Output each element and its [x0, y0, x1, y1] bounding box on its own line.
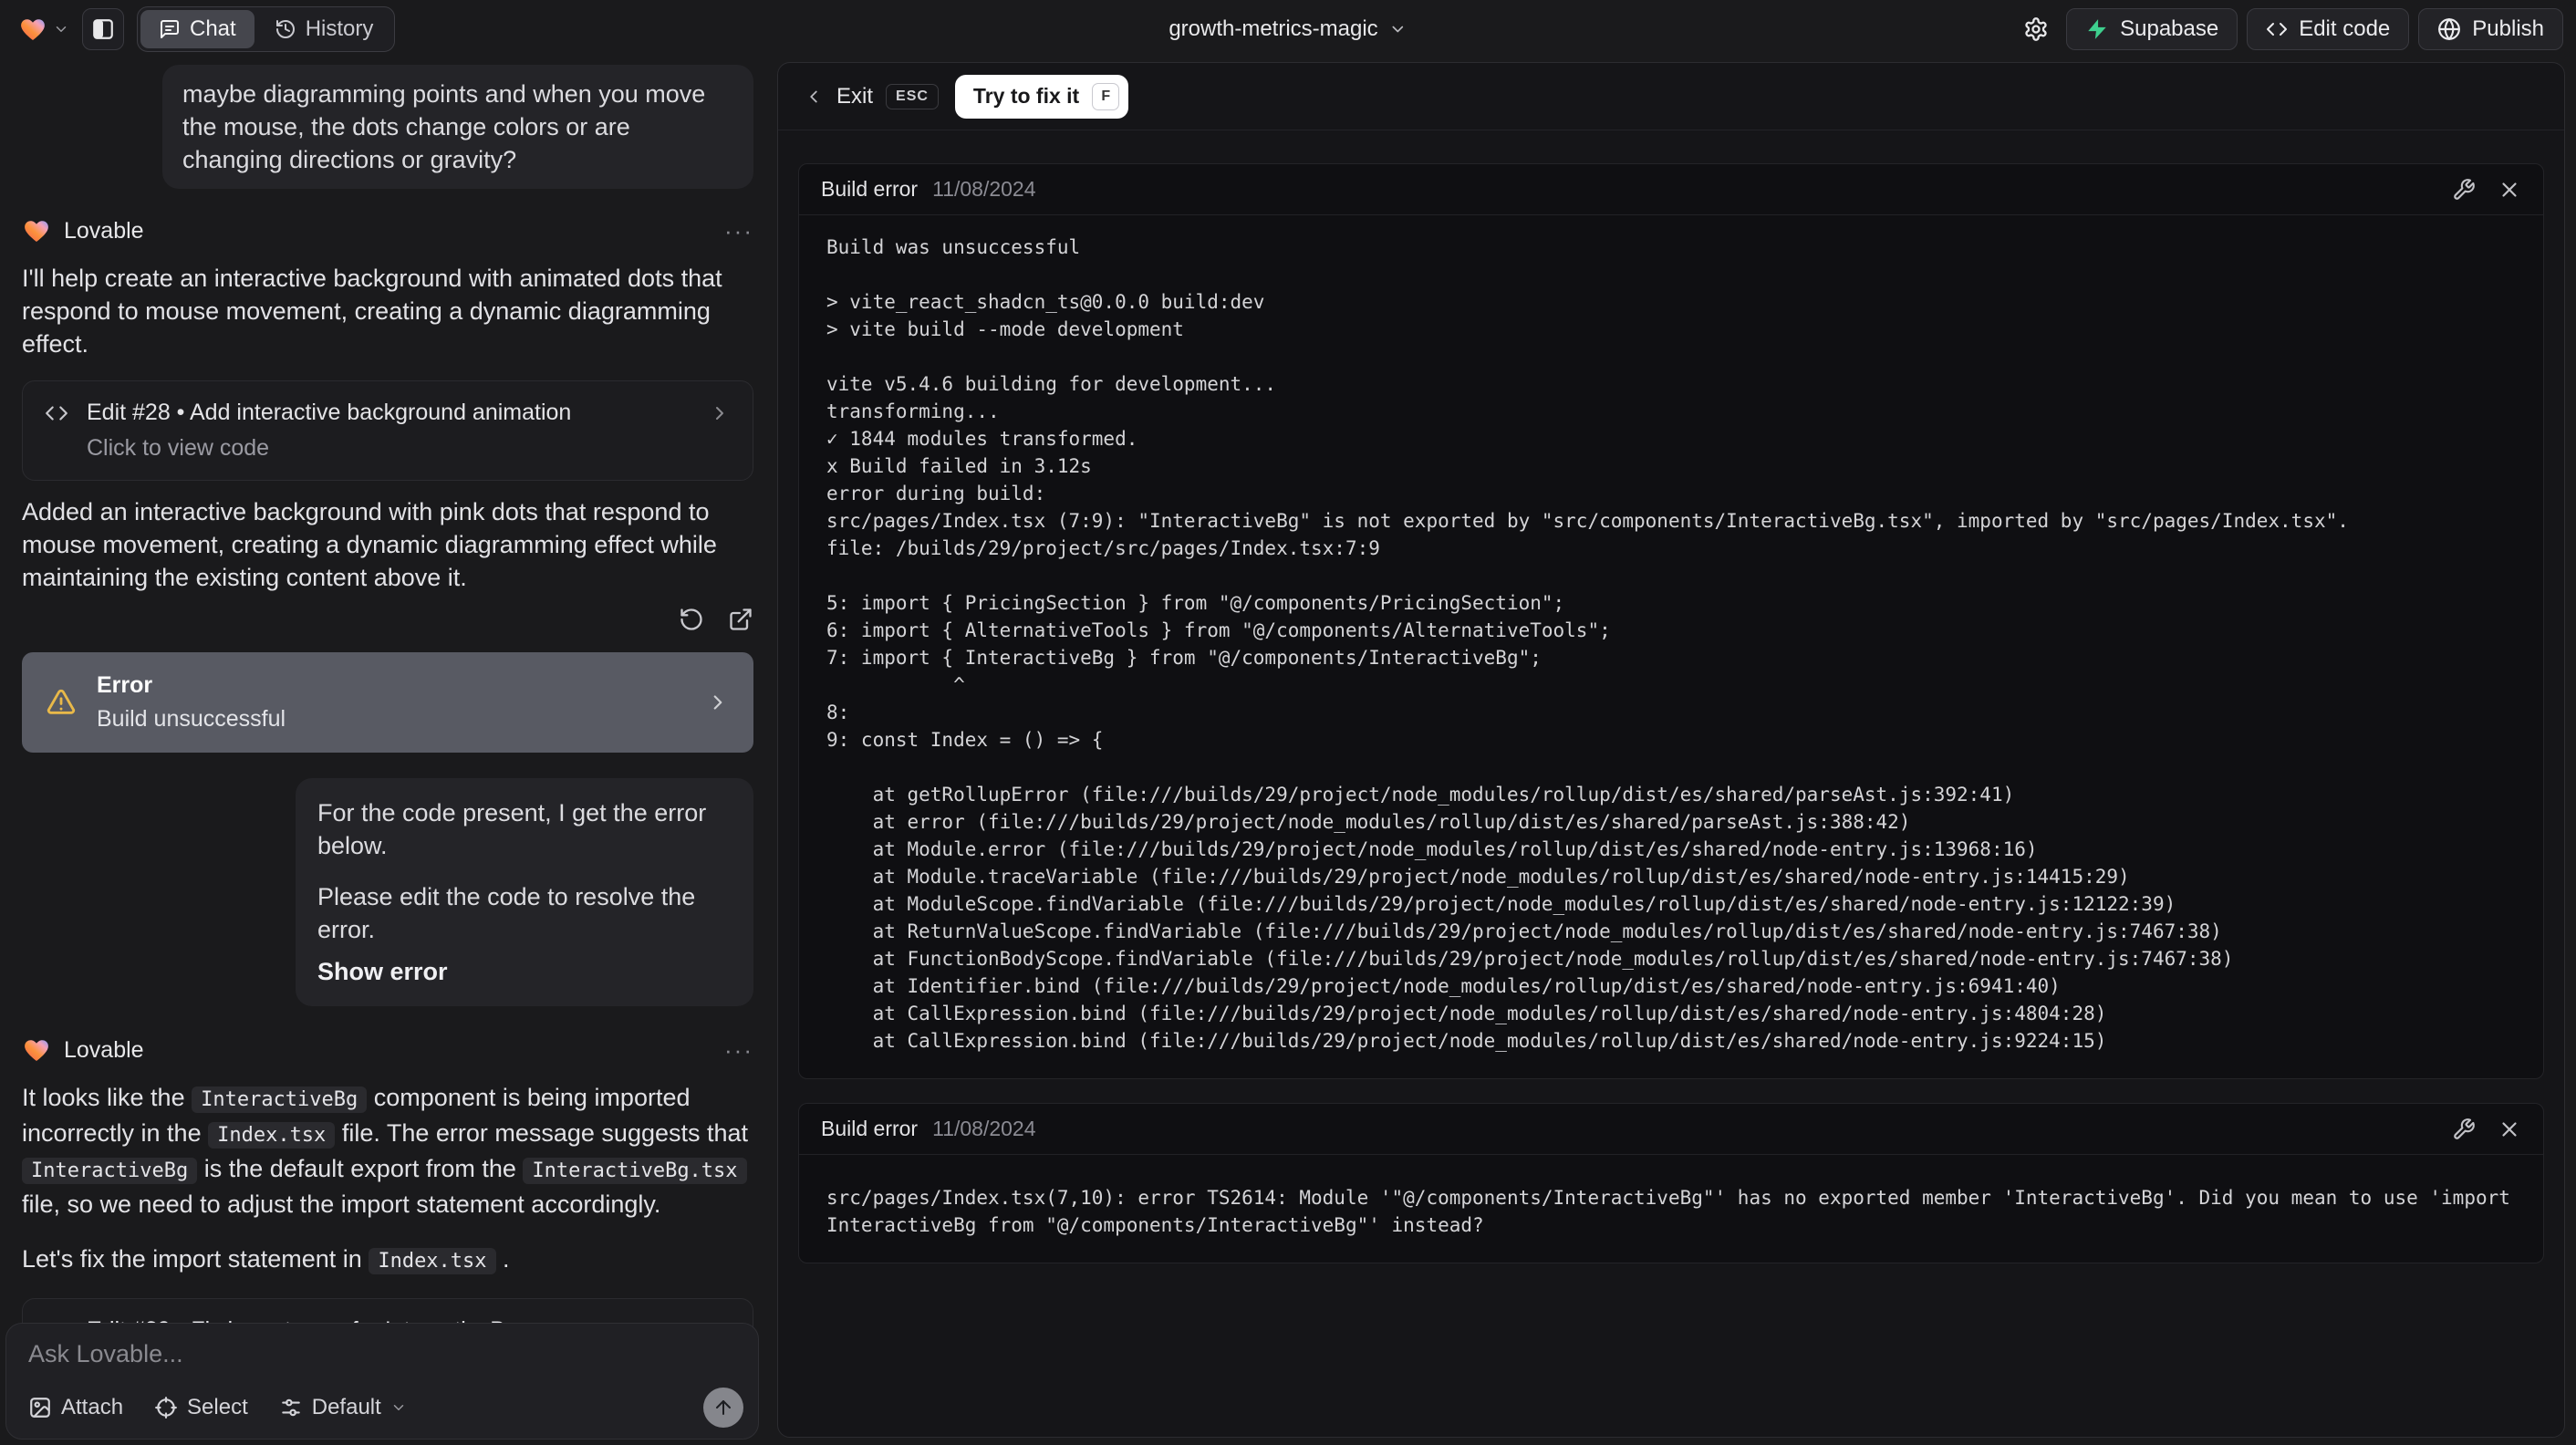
chevron-right-icon — [716, 406, 723, 420]
chat-bubble-icon — [161, 19, 179, 38]
settings-button[interactable] — [2015, 8, 2057, 50]
chevron-left-icon — [810, 90, 817, 102]
exit-label: Exit — [836, 83, 874, 109]
history-icon — [275, 19, 295, 38]
project-name: growth-metrics-magic — [1169, 16, 1378, 41]
attach-button[interactable]: Attach — [28, 1395, 123, 1420]
tab-history-label: History — [305, 16, 374, 41]
send-button[interactable] — [703, 1388, 743, 1428]
supabase-label: Supabase — [2120, 16, 2219, 41]
attach-label: Attach — [61, 1395, 124, 1419]
assistant-text: It looks like the InteractiveBg componen… — [22, 1084, 749, 1218]
select-label: Select — [187, 1395, 248, 1419]
publish-button[interactable]: Publish — [2418, 7, 2563, 50]
select-button[interactable]: Select — [154, 1395, 248, 1420]
panel-date: 11/08/2024 — [932, 1117, 1036, 1140]
close-icon[interactable] — [2498, 1118, 2521, 1141]
lovable-menu[interactable] — [18, 15, 69, 44]
publish-label: Publish — [2472, 16, 2544, 41]
composer: Attach Select Default — [5, 1323, 759, 1440]
wrench-icon[interactable] — [2452, 1118, 2476, 1141]
message-options-button[interactable]: ··· — [724, 1036, 753, 1065]
chevron-down-icon — [56, 26, 67, 32]
supabase-icon — [2088, 18, 2106, 39]
edit-code-button[interactable]: Edit code — [2247, 7, 2410, 50]
build-error-panel: Build error 11/08/2024 Build was unsucce… — [798, 163, 2544, 1079]
error-card-subtitle: Build unsuccessful — [97, 706, 286, 732]
fix-toolbar: Exit ESC Try to fix it F — [778, 63, 2564, 130]
globe-icon — [2438, 17, 2461, 40]
error-card-title: Error — [97, 672, 153, 698]
edit-card-subtitle: Click to view code — [87, 435, 270, 461]
assistant-text: I'll help create an interactive backgrou… — [22, 265, 722, 358]
edit-card-28[interactable]: Edit #28 • Add interactive background an… — [22, 380, 753, 481]
error-panels: Build error 11/08/2024 Build was unsucce… — [778, 130, 2564, 1296]
show-error-link[interactable]: Show error — [317, 955, 732, 988]
assistant-text: Added an interactive background with pin… — [22, 498, 717, 591]
esc-key-badge: ESC — [886, 83, 939, 109]
user-message-text: For the code present, I get the error be… — [317, 799, 707, 859]
restore-icon[interactable] — [679, 607, 704, 632]
tab-history[interactable]: History — [256, 10, 392, 48]
build-log: src/pages/Index.tsx(7,10): error TS2614:… — [826, 1187, 2510, 1236]
edit-code-label: Edit code — [2299, 16, 2391, 41]
mode-label: Default — [311, 1395, 381, 1419]
lovable-logo-icon — [21, 18, 45, 40]
target-icon — [155, 1397, 177, 1419]
user-message: maybe diagramming points and when you mo… — [162, 65, 753, 189]
message-actions — [22, 607, 753, 632]
lovable-logo-icon — [25, 221, 48, 242]
f-key-badge: F — [1092, 82, 1120, 110]
code-brackets-icon — [46, 405, 68, 421]
lovable-logo-icon — [25, 1040, 48, 1061]
assistant-header: Lovable ··· — [22, 1034, 753, 1066]
panel-left-icon — [93, 18, 113, 39]
assistant-text: Let's fix the import statement in Index.… — [22, 1245, 510, 1274]
assistant-header: Lovable ··· — [22, 214, 753, 247]
tab-chat-label: Chat — [190, 16, 236, 41]
user-message-text: Please edit the code to resolve the erro… — [317, 883, 696, 943]
panel-date: 11/08/2024 — [932, 177, 1036, 201]
mode-selector[interactable]: Default — [279, 1395, 407, 1420]
sliders-icon — [282, 1398, 300, 1417]
build-error-panel: Build error 11/08/2024 src/pages/Index.t… — [798, 1103, 2544, 1263]
wrench-icon[interactable] — [2452, 178, 2476, 202]
arrow-up-icon — [716, 1400, 731, 1415]
edit-card-title: Edit #28 • Add interactive background an… — [87, 400, 572, 425]
error-overlay-panel: Exit ESC Try to fix it F Build error 11/… — [777, 62, 2565, 1438]
chat-history-tabs: Chat History — [137, 5, 396, 52]
external-link-icon[interactable] — [728, 607, 753, 632]
chat-input[interactable] — [28, 1340, 685, 1380]
try-to-fix-button[interactable]: Try to fix it F — [954, 74, 1129, 119]
image-plus-icon — [30, 1398, 50, 1418]
assistant-name: Lovable — [64, 1036, 144, 1063]
close-icon[interactable] — [2498, 178, 2521, 202]
panel-title: Build error — [821, 1117, 919, 1140]
chevron-down-icon — [393, 1405, 404, 1410]
project-switcher[interactable]: growth-metrics-magic — [1169, 0, 1407, 57]
message-options-button[interactable]: ··· — [724, 217, 753, 245]
error-card[interactable]: Error Build unsuccessful — [22, 652, 753, 753]
assistant-name: Lovable — [64, 217, 144, 244]
supabase-button[interactable]: Supabase — [2066, 7, 2238, 50]
toggle-sidebar-button[interactable] — [82, 7, 124, 50]
chevron-down-icon — [1392, 26, 1404, 32]
chat-panel: maybe diagramming points and when you mo… — [0, 57, 775, 1445]
chevron-right-icon — [713, 695, 722, 710]
try-to-fix-label: Try to fix it — [972, 84, 1080, 108]
gear-icon — [2025, 16, 2047, 41]
warning-icon — [47, 689, 76, 714]
exit-button[interactable]: Exit ESC — [804, 83, 939, 109]
user-message: For the code present, I get the error be… — [296, 778, 753, 1006]
panel-title: Build error — [821, 177, 919, 201]
top-bar: Chat History growth-metrics-magic Supaba… — [0, 0, 2576, 57]
code-icon — [2267, 22, 2288, 36]
tab-chat[interactable]: Chat — [140, 9, 254, 48]
build-log: Build was unsuccessful > vite_react_shadc… — [826, 236, 2349, 1052]
user-message-text: maybe diagramming points and when you mo… — [182, 80, 706, 173]
